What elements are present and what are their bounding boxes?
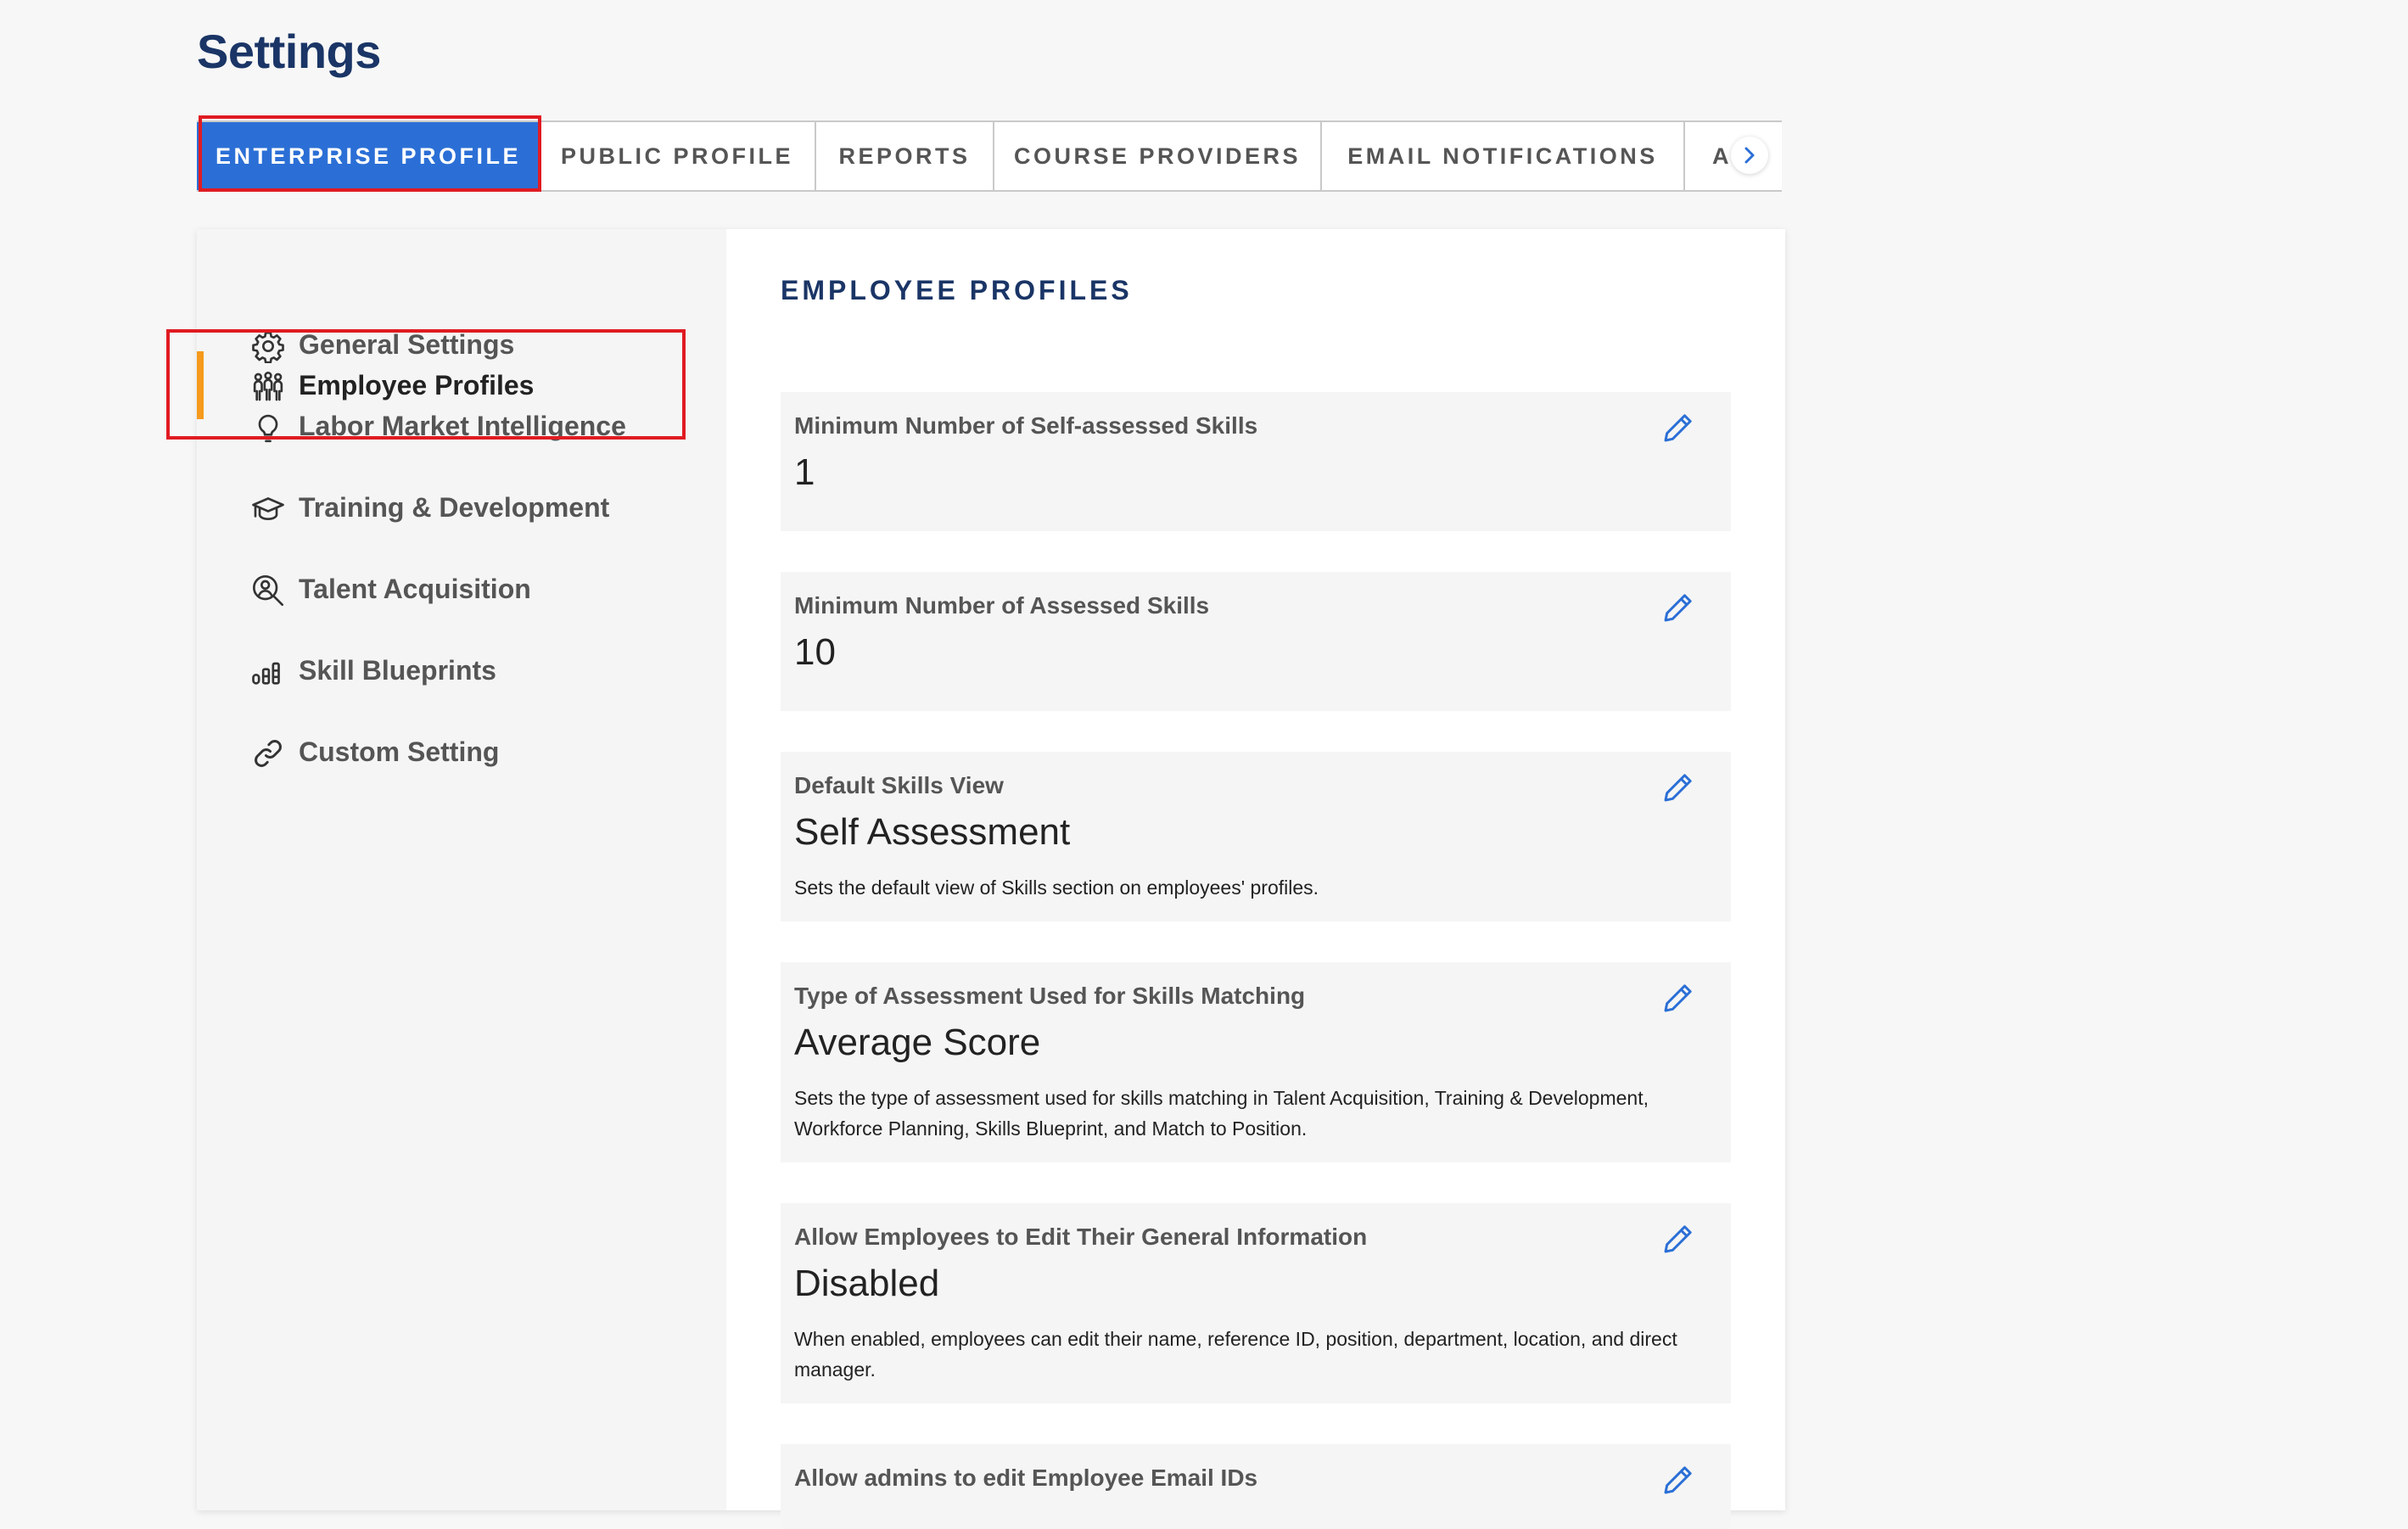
edit-button[interactable]: [1660, 1220, 1697, 1257]
field-value: 10: [794, 631, 836, 673]
setting-default-skills-view: Default Skills View Self Assessment Sets…: [781, 752, 1731, 921]
person-search-icon: [251, 574, 285, 608]
field-label: Minimum Number of Assessed Skills: [794, 592, 1210, 619]
field-description: Sets the default view of Skills section …: [794, 877, 1319, 899]
field-value: 1: [794, 451, 815, 493]
settings-content: EMPLOYEE PROFILES Minimum Number of Self…: [726, 229, 1785, 1529]
edit-button[interactable]: [1660, 979, 1697, 1017]
tab-public-profile[interactable]: PUBLIC PROFILE: [540, 122, 816, 190]
field-value: Disabled: [794, 1263, 940, 1304]
sidebar-item-training-development[interactable]: Training & Development: [197, 467, 726, 548]
sidebar-item-labor-market-intelligence[interactable]: Labor Market Intelligence: [197, 385, 726, 467]
field-label: Minimum Number of Self-assessed Skills: [794, 412, 1258, 439]
settings-card: General Settings Employee Profiles Labor…: [166, 229, 1785, 1529]
field-label: Default Skills View: [794, 772, 1004, 798]
sidebar-label: Talent Acquisition: [299, 573, 531, 604]
page-title: Settings: [197, 25, 381, 78]
graduation-cap-icon: [251, 492, 285, 526]
tab-enterprise-profile[interactable]: ENTERPRISE PROFILE: [197, 122, 540, 190]
settings-tabs: ENTERPRISE PROFILE PUBLIC PROFILE REPORT…: [197, 120, 1782, 192]
sidebar-label: Custom Setting: [299, 736, 500, 767]
field-label: Type of Assessment Used for Skills Match…: [794, 983, 1306, 1009]
link-icon: [251, 736, 285, 770]
sidebar-label: Labor Market Intelligence: [299, 410, 626, 441]
skill-bars-icon: [251, 655, 285, 689]
pencil-icon: [1664, 1225, 1692, 1253]
tab-email-notifications[interactable]: EMAIL NOTIFICATIONS: [1322, 122, 1685, 190]
field-description: Sets the type of assessment used for ski…: [794, 1087, 1649, 1140]
tab-reports[interactable]: REPORTS: [816, 122, 994, 190]
settings-sidebar: General Settings Employee Profiles Labor…: [166, 229, 726, 1510]
edit-button[interactable]: [1660, 1461, 1697, 1498]
setting-edit-email-ids: Allow admins to edit Employee Email IDs: [781, 1444, 1731, 1529]
pencil-icon: [1664, 984, 1692, 1012]
field-value: Average Score: [794, 1022, 1041, 1063]
field-label: Allow admins to edit Employee Email IDs: [794, 1465, 1258, 1491]
edit-button[interactable]: [1660, 409, 1697, 446]
pencil-icon: [1664, 414, 1692, 442]
field-description: When enabled, employees can edit their n…: [794, 1328, 1677, 1381]
field-value: Self Assessment: [794, 811, 1071, 853]
chevron-right-icon: [1744, 147, 1755, 164]
sidebar-item-skill-blueprints[interactable]: Skill Blueprints: [197, 630, 726, 711]
sidebar-item-talent-acquisition[interactable]: Talent Acquisition: [197, 548, 726, 630]
tab-scroll-button[interactable]: [1731, 137, 1768, 174]
setting-min-self-assessed-skills: Minimum Number of Self-assessed Skills 1: [781, 392, 1731, 531]
pencil-icon: [1664, 774, 1692, 802]
section-title: EMPLOYEE PROFILES: [781, 275, 1133, 305]
setting-assessment-type: Type of Assessment Used for Skills Match…: [781, 962, 1731, 1162]
pencil-icon: [1664, 594, 1692, 622]
sidebar-item-custom-setting[interactable]: Custom Setting: [197, 711, 726, 793]
field-label: Allow Employees to Edit Their General In…: [794, 1224, 1368, 1250]
lightbulb-icon: [251, 411, 285, 445]
setting-min-assessed-skills: Minimum Number of Assessed Skills 10: [781, 572, 1731, 711]
setting-edit-general-info: Allow Employees to Edit Their General In…: [781, 1203, 1731, 1403]
pencil-icon: [1664, 1466, 1692, 1494]
edit-button[interactable]: [1660, 769, 1697, 806]
sidebar-label: Skill Blueprints: [299, 654, 496, 686]
edit-button[interactable]: [1660, 589, 1697, 626]
tab-course-providers[interactable]: COURSE PROVIDERS: [994, 122, 1322, 190]
sidebar-label: Training & Development: [299, 491, 610, 523]
